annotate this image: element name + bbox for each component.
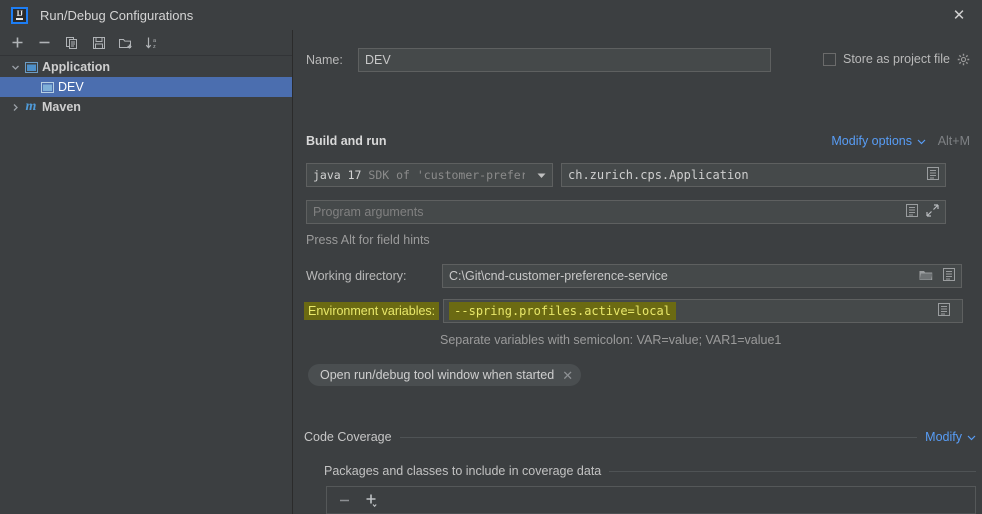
svg-text:z: z — [153, 44, 156, 50]
chevron-down-icon — [917, 134, 926, 148]
modify-options-label: Modify options — [831, 134, 912, 148]
coverage-packages-toolbar — [327, 487, 975, 514]
working-directory-input[interactable]: C:\Git\cnd-customer-preference-service — [442, 264, 962, 288]
sdk-name: java 17 — [313, 168, 362, 182]
packages-header-row: Packages and classes to include in cover… — [324, 464, 976, 478]
environment-variables-input[interactable]: --spring.profiles.active=local — [443, 299, 964, 323]
working-directory-label: Working directory: — [306, 269, 407, 283]
logo-underline — [16, 17, 23, 20]
tree-item-label: Maven — [42, 100, 81, 114]
divider — [609, 470, 976, 472]
folder-add-icon[interactable] — [113, 32, 138, 54]
close-icon[interactable]: ✕ — [562, 369, 573, 382]
name-input[interactable]: DEV — [358, 48, 771, 72]
remove-configuration-button[interactable] — [32, 32, 57, 54]
save-icon[interactable] — [86, 32, 111, 54]
store-as-project-file-label: Store as project file — [843, 52, 950, 66]
environment-variables-row: Environment variables: --spring.profiles… — [304, 299, 964, 323]
expand-list-icon[interactable] — [906, 204, 918, 220]
name-label: Name: — [306, 53, 343, 67]
main-class-value: ch.zurich.cps.Application — [568, 168, 749, 182]
program-arguments-row: Program arguments — [306, 200, 946, 224]
main-class-input[interactable]: ch.zurich.cps.Application — [561, 163, 946, 187]
tree-item-label: Application — [42, 60, 111, 74]
code-coverage-modify-link[interactable]: Modify — [925, 430, 976, 444]
field-hint-text: Press Alt for field hints — [306, 233, 430, 247]
tree-item-label: DEV — [58, 80, 84, 94]
tree-toolbar: a z — [0, 30, 292, 56]
expand-list-icon[interactable] — [938, 303, 956, 319]
sort-alphabetically-icon[interactable]: a z — [140, 32, 165, 54]
expand-list-icon[interactable] — [927, 167, 939, 183]
environment-variables-label: Environment variables: — [304, 302, 440, 320]
configurations-panel: a z Application DEV m Maven — [0, 30, 293, 514]
modify-options-shortcut: Alt+M — [937, 134, 970, 148]
open-run-debug-tool-window-chip[interactable]: Open run/debug tool window when started … — [308, 364, 582, 386]
code-coverage-header-row: Code Coverage Modify — [304, 430, 976, 444]
browse-folder-icon[interactable] — [919, 269, 933, 284]
remove-package-button[interactable] — [333, 490, 355, 510]
store-as-project-file-row[interactable]: Store as project file — [823, 52, 970, 66]
working-directory-value: C:\Git\cnd-customer-preference-service — [449, 269, 668, 283]
code-coverage-modify-label: Modify — [925, 430, 962, 444]
build-and-run-header: Build and run — [306, 134, 387, 148]
modify-options-link[interactable]: Modify options — [831, 134, 926, 148]
name-input-value: DEV — [365, 53, 391, 67]
jre-select[interactable]: java 17 SDK of 'customer-prefere — [306, 163, 553, 187]
chip-label: Open run/debug tool window when started — [320, 368, 555, 382]
divider — [399, 436, 918, 438]
close-icon[interactable]: ✕ — [936, 0, 982, 30]
add-package-button[interactable] — [361, 490, 383, 510]
packages-header: Packages and classes to include in cover… — [324, 464, 602, 478]
program-arguments-placeholder: Program arguments — [313, 205, 424, 219]
chevron-down-icon[interactable] — [8, 63, 22, 72]
code-coverage-header: Code Coverage — [304, 430, 392, 444]
sdk-description: SDK of 'customer-prefere — [368, 168, 525, 182]
working-directory-row: Working directory: C:\Git\cnd-customer-p… — [306, 264, 962, 288]
window-title: Run/Debug Configurations — [40, 7, 194, 23]
application-icon — [38, 81, 56, 93]
intellij-idea-logo-icon: IJ — [11, 6, 28, 24]
coverage-packages-box: ch.zurich.cps.* — [326, 486, 976, 514]
sdk-and-main-class-row: java 17 SDK of 'customer-prefere ch.zuri… — [306, 163, 946, 187]
copy-icon[interactable] — [59, 32, 84, 54]
environment-variables-hint: Separate variables with semicolon: VAR=v… — [440, 333, 782, 347]
maven-icon: m — [25, 99, 37, 114]
program-arguments-input[interactable]: Program arguments — [306, 200, 946, 224]
configuration-editor-panel: Name: DEV Store as project file Build an… — [294, 30, 982, 514]
name-row: Name: DEV — [306, 48, 771, 72]
expand-list-icon[interactable] — [943, 268, 955, 284]
application-icon — [22, 61, 40, 73]
configurations-tree: Application DEV m Maven — [0, 56, 292, 117]
title-bar: IJ Run/Debug Configurations ✕ — [0, 0, 982, 30]
chevron-right-icon[interactable] — [8, 103, 22, 112]
environment-variables-value: --spring.profiles.active=local — [449, 302, 676, 320]
store-as-project-file-checkbox[interactable] — [823, 52, 836, 66]
tree-item-application[interactable]: Application — [0, 57, 292, 77]
expand-editor-icon[interactable] — [926, 204, 939, 220]
run-debug-configurations-dialog: IJ Run/Debug Configurations ✕ a z Applic… — [0, 0, 982, 514]
tree-item-maven[interactable]: m Maven — [0, 97, 292, 117]
tree-item-dev[interactable]: DEV — [0, 77, 292, 97]
add-configuration-button[interactable] — [5, 32, 30, 54]
chevron-down-icon — [537, 168, 546, 182]
gear-icon[interactable] — [957, 53, 970, 66]
chevron-down-icon — [967, 430, 976, 444]
